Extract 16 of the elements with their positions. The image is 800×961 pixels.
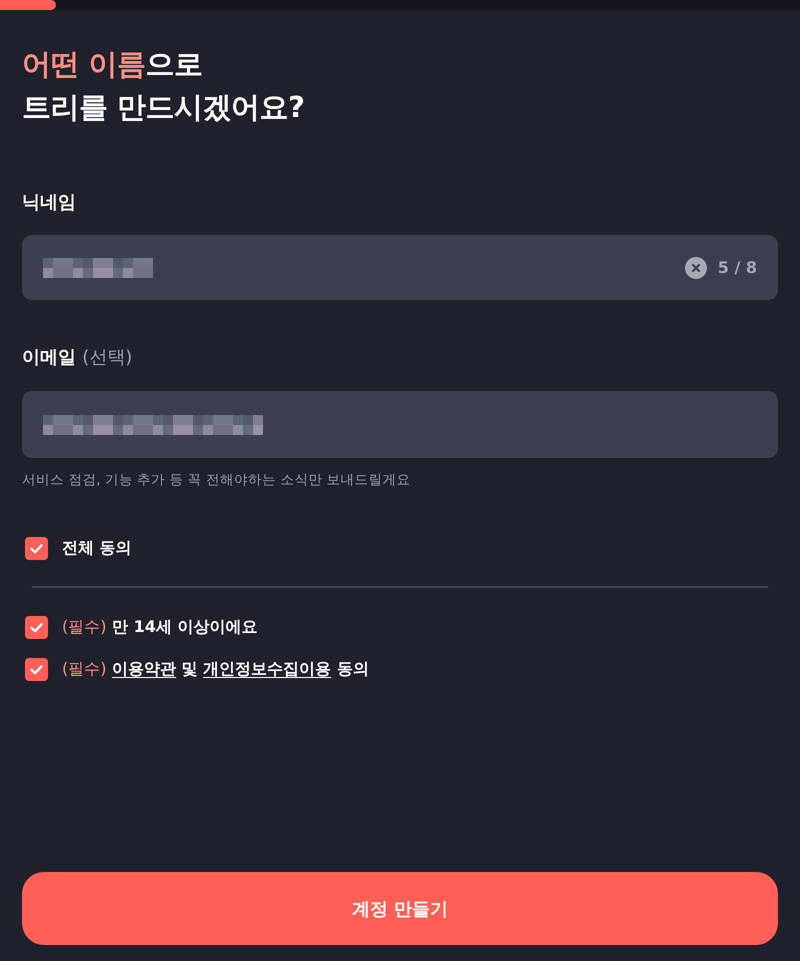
email-field[interactable] (22, 391, 778, 458)
nickname-label: 닉네임 (22, 191, 77, 215)
email-label: 이메일 (선택) (22, 346, 134, 370)
agree-all-label: 전체 동의 (62, 537, 132, 559)
clear-icon[interactable] (684, 256, 707, 278)
checkbox[interactable] (25, 616, 48, 638)
helper-text: 서비스 점검, 기능 추가 등 꼭 전해야하는 소식만 보내드릴게요 (22, 471, 412, 489)
policy-link[interactable]: 개인정보수집이용 (203, 659, 332, 678)
page-heading: 어떤 이름으로 트리를 만드시겠어요? (22, 46, 306, 126)
checkbox[interactable] (25, 536, 48, 560)
agreement-label: (필수) 이용약관 및 개인정보수집이용 동의 (62, 658, 369, 680)
agreement-label: (필수) 만 14세 이상이에요 (62, 616, 258, 638)
checkbox[interactable] (25, 658, 48, 680)
policy-link[interactable]: 이용약관 (112, 659, 176, 678)
nickname-field[interactable]: 5 / 8 (22, 235, 778, 300)
character-counter: 5 / 8 (718, 258, 757, 277)
